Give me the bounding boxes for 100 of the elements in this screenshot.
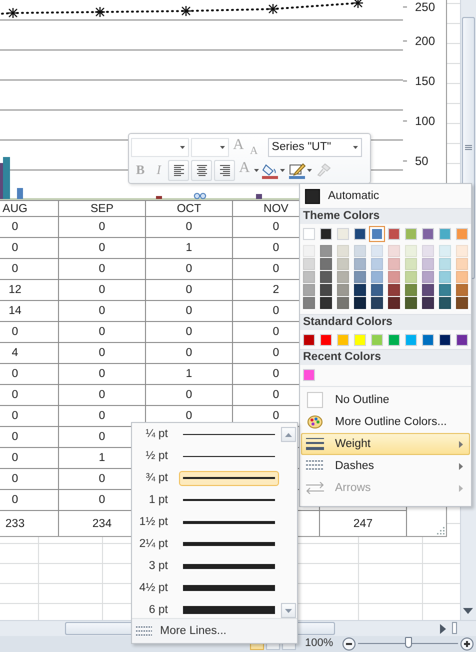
- arrows-icon: [306, 482, 324, 494]
- line-sample-icon: [183, 520, 275, 524]
- zoom-slider[interactable]: [405, 637, 412, 648]
- align-right-icon: [218, 164, 231, 176]
- table-header: SEP: [58, 200, 146, 216]
- color-swatch[interactable]: [320, 228, 332, 240]
- color-swatch[interactable]: [456, 228, 468, 240]
- line-sample-icon: [183, 564, 275, 568]
- menu-item[interactable]: No Outline: [301, 389, 470, 411]
- line-sample-icon: [183, 606, 275, 614]
- line-marker: [181, 6, 191, 16]
- table-cell: 0: [0, 406, 58, 426]
- zoom-out-icon[interactable]: [342, 637, 356, 651]
- table-cell: 0: [0, 468, 58, 490]
- submenu-arrow-icon: [459, 484, 463, 492]
- font-field[interactable]: [131, 138, 189, 156]
- line-sample-icon: [183, 542, 275, 546]
- menu-item[interactable]: 4½ pt: [132, 577, 282, 599]
- table-cell: 0: [58, 216, 146, 238]
- menu-item[interactable]: 6 pt: [132, 599, 282, 621]
- series-dropdown[interactable]: Series "UT": [268, 138, 362, 156]
- line-weight-icon: [306, 438, 324, 450]
- color-swatch[interactable]: [405, 228, 417, 240]
- submenu-arrow-icon: [459, 440, 463, 448]
- dropdown-arrow-icon: [306, 168, 312, 172]
- zoom-in-icon[interactable]: [460, 637, 474, 651]
- table-cell: 0: [146, 342, 232, 364]
- line-marker: [268, 4, 278, 14]
- color-swatch[interactable]: [320, 334, 332, 346]
- table-cell: 0: [0, 384, 58, 406]
- section-heading: Recent Colors: [300, 349, 471, 365]
- color-swatch[interactable]: [337, 334, 349, 346]
- color-swatch[interactable]: [422, 334, 434, 346]
- scroll-down-icon[interactable]: [463, 608, 473, 614]
- line-sample-icon: [183, 477, 275, 479]
- table-cell: 0: [0, 364, 58, 384]
- axis-label: 50: [415, 154, 428, 168]
- table-cell: 0: [0, 322, 58, 342]
- menu-item[interactable]: More Lines...: [160, 625, 226, 637]
- menu-item[interactable]: Weight: [301, 433, 470, 455]
- color-swatch[interactable]: [422, 228, 434, 240]
- color-swatch[interactable]: [303, 228, 315, 240]
- section-heading: Theme Colors: [300, 208, 471, 224]
- color-swatch[interactable]: [337, 228, 349, 240]
- section-heading: Standard Colors: [300, 314, 471, 330]
- axis-label: 100: [415, 114, 436, 128]
- table-cell: 0: [58, 238, 146, 258]
- table-cell: 0: [58, 322, 146, 342]
- align-center-button[interactable]: [191, 160, 212, 180]
- color-swatch[interactable]: [371, 334, 383, 346]
- scroll-down-icon[interactable]: [281, 603, 296, 618]
- palette-icon: [306, 414, 322, 430]
- split-box[interactable]: [452, 622, 457, 634]
- empty-swatch-icon: [306, 392, 322, 408]
- table-cell: 0: [0, 238, 58, 258]
- table-cell: 0: [0, 216, 58, 238]
- line-marker: [8, 8, 18, 18]
- table-cell: 4: [0, 342, 58, 364]
- table-cell: 12: [0, 280, 58, 300]
- scroll-right-icon[interactable]: [440, 624, 446, 634]
- table-cell: 0: [146, 280, 232, 300]
- axis-label: 200: [415, 34, 436, 48]
- dropdown-arrow-icon: [180, 146, 185, 148]
- color-swatch[interactable]: [439, 228, 451, 240]
- scroll-up-icon[interactable]: [281, 427, 296, 442]
- dropdown-arrow-icon: [280, 168, 285, 172]
- align-left-icon: [172, 164, 185, 176]
- table-cell: 0: [58, 300, 146, 322]
- table-cell: 0: [0, 426, 58, 448]
- menu-item[interactable]: 3 pt: [132, 555, 282, 577]
- color-swatch[interactable]: [405, 334, 417, 346]
- table-cell: 1: [146, 238, 232, 258]
- table-cell: 14: [0, 300, 58, 322]
- table-cell: 0: [58, 384, 146, 406]
- color-swatch[interactable]: [303, 369, 315, 381]
- color-swatch[interactable]: [303, 334, 315, 346]
- table-cell: 0: [58, 364, 146, 384]
- color-swatch[interactable]: [456, 334, 468, 346]
- table-cell: 0: [0, 490, 58, 510]
- selection-handle[interactable]: [194, 192, 206, 200]
- color-swatch[interactable]: [388, 228, 400, 240]
- table-cell: 0: [146, 322, 232, 342]
- line-marker: [353, 0, 363, 8]
- chart-bar: [256, 194, 262, 199]
- align-right-button[interactable]: [214, 160, 236, 180]
- align-left-button[interactable]: [168, 160, 190, 180]
- resize-grip-icon[interactable]: [437, 527, 445, 535]
- table-cell: 0: [146, 258, 232, 280]
- automatic-swatch-icon: [305, 188, 320, 204]
- color-swatch[interactable]: [354, 334, 366, 346]
- table-cell: 0: [58, 258, 146, 280]
- zoom-level: 100%: [305, 637, 334, 649]
- table-cell: 0: [0, 448, 58, 468]
- line-sample-icon: [183, 585, 275, 591]
- color-swatch[interactable]: [354, 228, 366, 240]
- color-swatch[interactable]: [439, 334, 451, 346]
- submenu-arrow-icon: [459, 462, 463, 470]
- color-swatch[interactable]: [388, 334, 400, 346]
- font-size-field[interactable]: [191, 138, 229, 156]
- table-header: AUG: [0, 200, 58, 216]
